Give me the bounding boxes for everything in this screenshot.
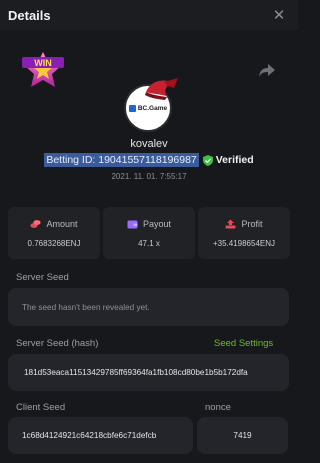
win-badge-text: WIN	[34, 58, 52, 68]
stat-profit-label: Profit	[241, 218, 263, 229]
stat-profit-value: +35.4198654ENJ	[212, 238, 276, 248]
avatar: BC.Game	[122, 76, 182, 136]
stat-amount-value: 0.7683268ENJ	[27, 238, 81, 248]
betting-id[interactable]: Betting ID: 19041557118196987	[44, 153, 199, 167]
stat-amount-label: Amount	[46, 218, 78, 229]
red-hat-icon	[145, 78, 178, 100]
nonce-label: nonce	[205, 402, 231, 413]
close-icon[interactable]: ✕	[270, 6, 288, 24]
verified-label: Verified	[215, 154, 254, 166]
coins-icon	[30, 219, 42, 228]
username: kovalev	[130, 138, 168, 150]
stat-payout-value: 47.1 x	[138, 238, 160, 248]
verified-shield-icon	[202, 154, 213, 166]
seed-settings-link[interactable]: Seed Settings	[214, 338, 273, 349]
server-seed-field[interactable]: The seed hasn't been revealed yet.	[8, 288, 289, 326]
dialog-title: Details	[8, 7, 51, 23]
logo-square-icon	[128, 104, 136, 112]
dialog-header: Details ✕	[0, 0, 298, 30]
stat-payout: Payout 47.1 x	[103, 207, 195, 259]
share-icon[interactable]	[257, 60, 277, 80]
betting-id-row: Betting ID: 19041557118196987 Verified	[0, 153, 298, 167]
profit-icon	[225, 219, 236, 228]
server-seed-hash-label: Server Seed (hash)	[16, 338, 99, 349]
client-seed-label: Client Seed	[16, 402, 66, 413]
stat-profit: Profit +35.4198654ENJ	[198, 207, 290, 259]
stats-row: Amount 0.7683268ENJ Payout 47.1 x Profit…	[8, 207, 290, 259]
verified-badge: Verified	[202, 154, 254, 166]
server-seed-label: Server Seed	[16, 272, 69, 283]
bet-timestamp: 2021. 11. 01. 7:55:17	[111, 172, 187, 181]
stat-payout-label: Payout	[142, 218, 172, 229]
win-badge-icon: WIN	[22, 52, 64, 87]
server-seed-hash-field[interactable]: 181d53eaca11513429785ff69364fa1fb108cd80…	[8, 354, 289, 391]
nonce-field[interactable]: 7419	[197, 417, 288, 454]
wallet-icon	[127, 220, 138, 228]
stat-amount: Amount 0.7683268ENJ	[8, 207, 100, 259]
client-seed-field[interactable]: 1c68d4124921c64218cbfe6c71defcb	[8, 417, 193, 454]
